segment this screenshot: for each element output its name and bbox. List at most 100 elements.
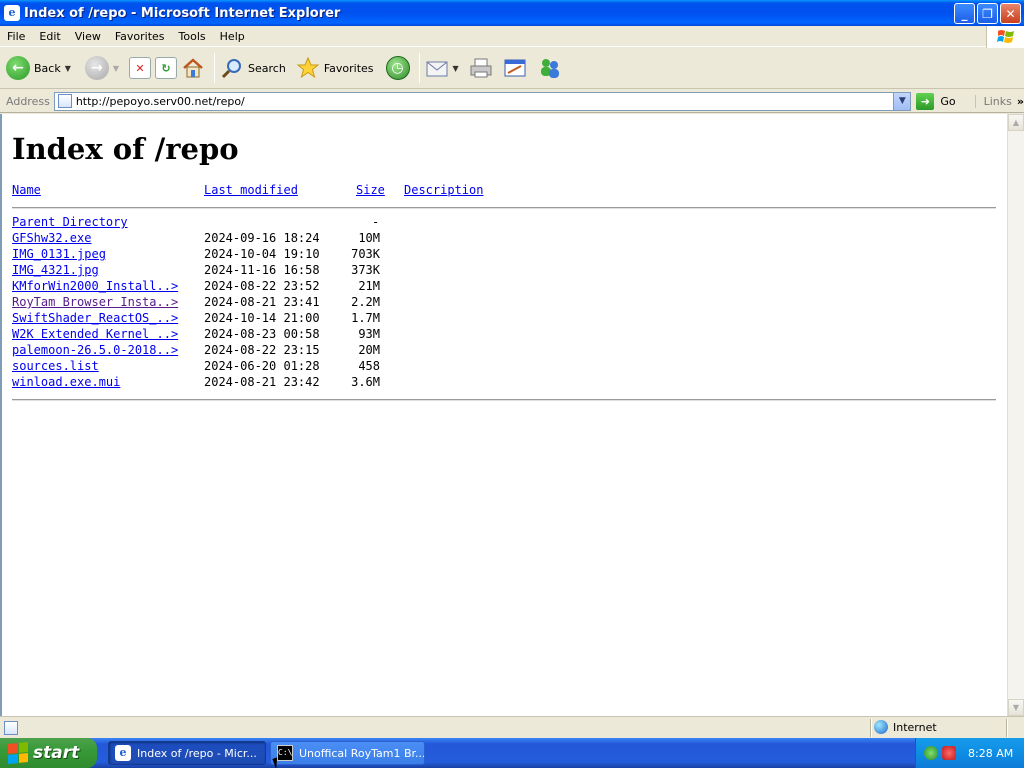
footer-divider: [12, 399, 996, 401]
file-size: 21M: [358, 279, 380, 293]
file-modified: 2024-08-21 23:41: [204, 295, 320, 309]
column-name-link[interactable]: Name: [12, 183, 41, 197]
file-modified: 2024-10-04 19:10: [204, 247, 320, 261]
address-input[interactable]: http://pepoyo.serv00.net/repo/ ▼: [53, 91, 912, 111]
search-button[interactable]: Search: [220, 50, 286, 86]
windows-flag-icon: [8, 741, 28, 765]
file-modified: 2024-08-23 00:58: [204, 327, 320, 341]
back-arrow-icon: ←: [6, 56, 30, 80]
security-shield-icon[interactable]: [942, 746, 956, 760]
file-link[interactable]: winload.exe.mui: [12, 375, 120, 389]
security-zone: Internet: [874, 720, 937, 734]
home-icon: [183, 58, 203, 78]
column-description-link[interactable]: Description: [404, 183, 483, 197]
menu-edit[interactable]: Edit: [32, 30, 67, 43]
ie-icon: e: [115, 745, 131, 761]
print-button[interactable]: [469, 50, 493, 86]
stop-button[interactable]: ✕: [129, 50, 152, 86]
messenger-button[interactable]: [537, 50, 563, 86]
mail-button[interactable]: ▼: [425, 50, 459, 86]
ie-icon: e: [4, 5, 20, 21]
edit-page-icon: [504, 59, 526, 77]
start-label: start: [33, 743, 80, 763]
toolbar: ← Back ▼ → ▼ ✕ ↻ Search Favorites ◷ ▼: [0, 48, 1024, 89]
file-link[interactable]: RoyTam Browser Insta..>: [12, 295, 178, 309]
file-modified: 2024-11-16 16:58: [204, 263, 320, 277]
close-button[interactable]: ✕: [1000, 3, 1021, 24]
history-icon: ◷: [385, 56, 410, 80]
file-link[interactable]: IMG_4321.jpg: [12, 263, 99, 277]
stop-icon: ✕: [129, 57, 152, 79]
globe-icon: [874, 720, 888, 734]
search-icon: [221, 59, 242, 79]
address-dropdown-icon[interactable]: ▼: [893, 92, 911, 110]
column-size-link[interactable]: Size: [356, 183, 385, 197]
file-link[interactable]: KMforWin2000_Install..>: [12, 279, 178, 293]
parent-size: -: [372, 215, 380, 229]
favorites-button[interactable]: Favorites: [296, 50, 374, 86]
file-link[interactable]: SwiftShader_ReactOS_..>: [12, 311, 178, 325]
back-button[interactable]: ← Back ▼: [6, 50, 71, 86]
start-button[interactable]: start: [0, 738, 97, 768]
forward-arrow-icon: →: [84, 56, 109, 80]
menu-file[interactable]: File: [0, 30, 32, 43]
file-modified: 2024-10-14 21:00: [204, 311, 320, 325]
menu-tools[interactable]: Tools: [172, 30, 213, 43]
go-button[interactable]: ➜ Go: [916, 92, 956, 110]
scroll-down-icon[interactable]: ▼: [1008, 699, 1024, 716]
chevron-right-icon[interactable]: »: [1017, 95, 1024, 108]
mail-dropdown-icon[interactable]: ▼: [453, 64, 459, 73]
status-bar: Internet: [0, 716, 1024, 738]
parent-directory-link[interactable]: Parent Directory: [12, 215, 128, 229]
file-modified: 2024-09-16 18:24: [204, 231, 320, 245]
vertical-scrollbar[interactable]: ▲ ▼: [1007, 114, 1024, 716]
refresh-icon: ↻: [155, 57, 178, 79]
window-controls: _ ❐ ✕: [954, 3, 1021, 24]
back-dropdown-icon[interactable]: ▼: [65, 64, 71, 73]
scroll-up-icon[interactable]: ▲: [1008, 114, 1024, 131]
address-label: Address: [6, 94, 50, 108]
menu-help[interactable]: Help: [213, 30, 252, 43]
page-icon: [57, 94, 72, 108]
history-button[interactable]: ◷: [385, 50, 410, 86]
windows-logo-icon: [986, 26, 1024, 48]
status-page-icon: [4, 720, 18, 735]
menu-favorites[interactable]: Favorites: [108, 30, 172, 43]
file-modified: 2024-06-20 01:28: [204, 359, 320, 373]
favorites-label: Favorites: [323, 61, 374, 75]
status-divider: [870, 719, 872, 737]
address-bar: Address http://pepoyo.serv00.net/repo/ ▼…: [0, 90, 1024, 113]
file-link[interactable]: W2K Extended Kernel ..>: [12, 327, 178, 341]
file-link[interactable]: sources.list: [12, 359, 99, 373]
minimize-button[interactable]: _: [954, 3, 975, 24]
file-link[interactable]: palemoon-26.5.0-2018..>: [12, 343, 178, 357]
menu-bar: File Edit View Favorites Tools Help: [0, 26, 1024, 48]
file-size: 3.6M: [351, 375, 380, 389]
zone-label: Internet: [893, 720, 937, 734]
page-heading: Index of /repo: [12, 132, 239, 166]
forward-dropdown-icon[interactable]: ▼: [113, 64, 119, 73]
window-titlebar[interactable]: e Index of /repo - Microsoft Internet Ex…: [0, 0, 1024, 26]
column-last-modified-link[interactable]: Last modified: [204, 183, 298, 197]
address-url[interactable]: http://pepoyo.serv00.net/repo/: [76, 95, 245, 108]
go-label: Go: [940, 94, 956, 108]
file-link[interactable]: GFShw32.exe: [12, 231, 91, 245]
file-size: 1.7M: [351, 311, 380, 325]
links-button[interactable]: Links: [974, 94, 1012, 108]
file-modified: 2024-08-22 23:52: [204, 279, 320, 293]
maximize-button[interactable]: ❐: [977, 3, 998, 24]
mail-icon: [426, 61, 448, 77]
go-arrow-icon: ➜: [916, 92, 935, 110]
home-button[interactable]: [181, 50, 205, 86]
refresh-button[interactable]: ↻: [155, 50, 178, 86]
printer-icon: [470, 58, 492, 78]
edit-button[interactable]: [503, 50, 527, 86]
file-link[interactable]: IMG_0131.jpeg: [12, 247, 106, 261]
clock[interactable]: 8:28 AM: [968, 747, 1013, 760]
taskbar-item-ie[interactable]: e Index of /repo - Micr...: [108, 741, 266, 765]
network-icon[interactable]: [924, 746, 938, 760]
parent-directory-row: Parent Directory -: [12, 215, 379, 231]
forward-button[interactable]: → ▼: [84, 50, 119, 86]
menu-view[interactable]: View: [68, 30, 108, 43]
taskbar-item-console[interactable]: C:\ Unoffical RoyTam1 Br...: [270, 741, 425, 765]
